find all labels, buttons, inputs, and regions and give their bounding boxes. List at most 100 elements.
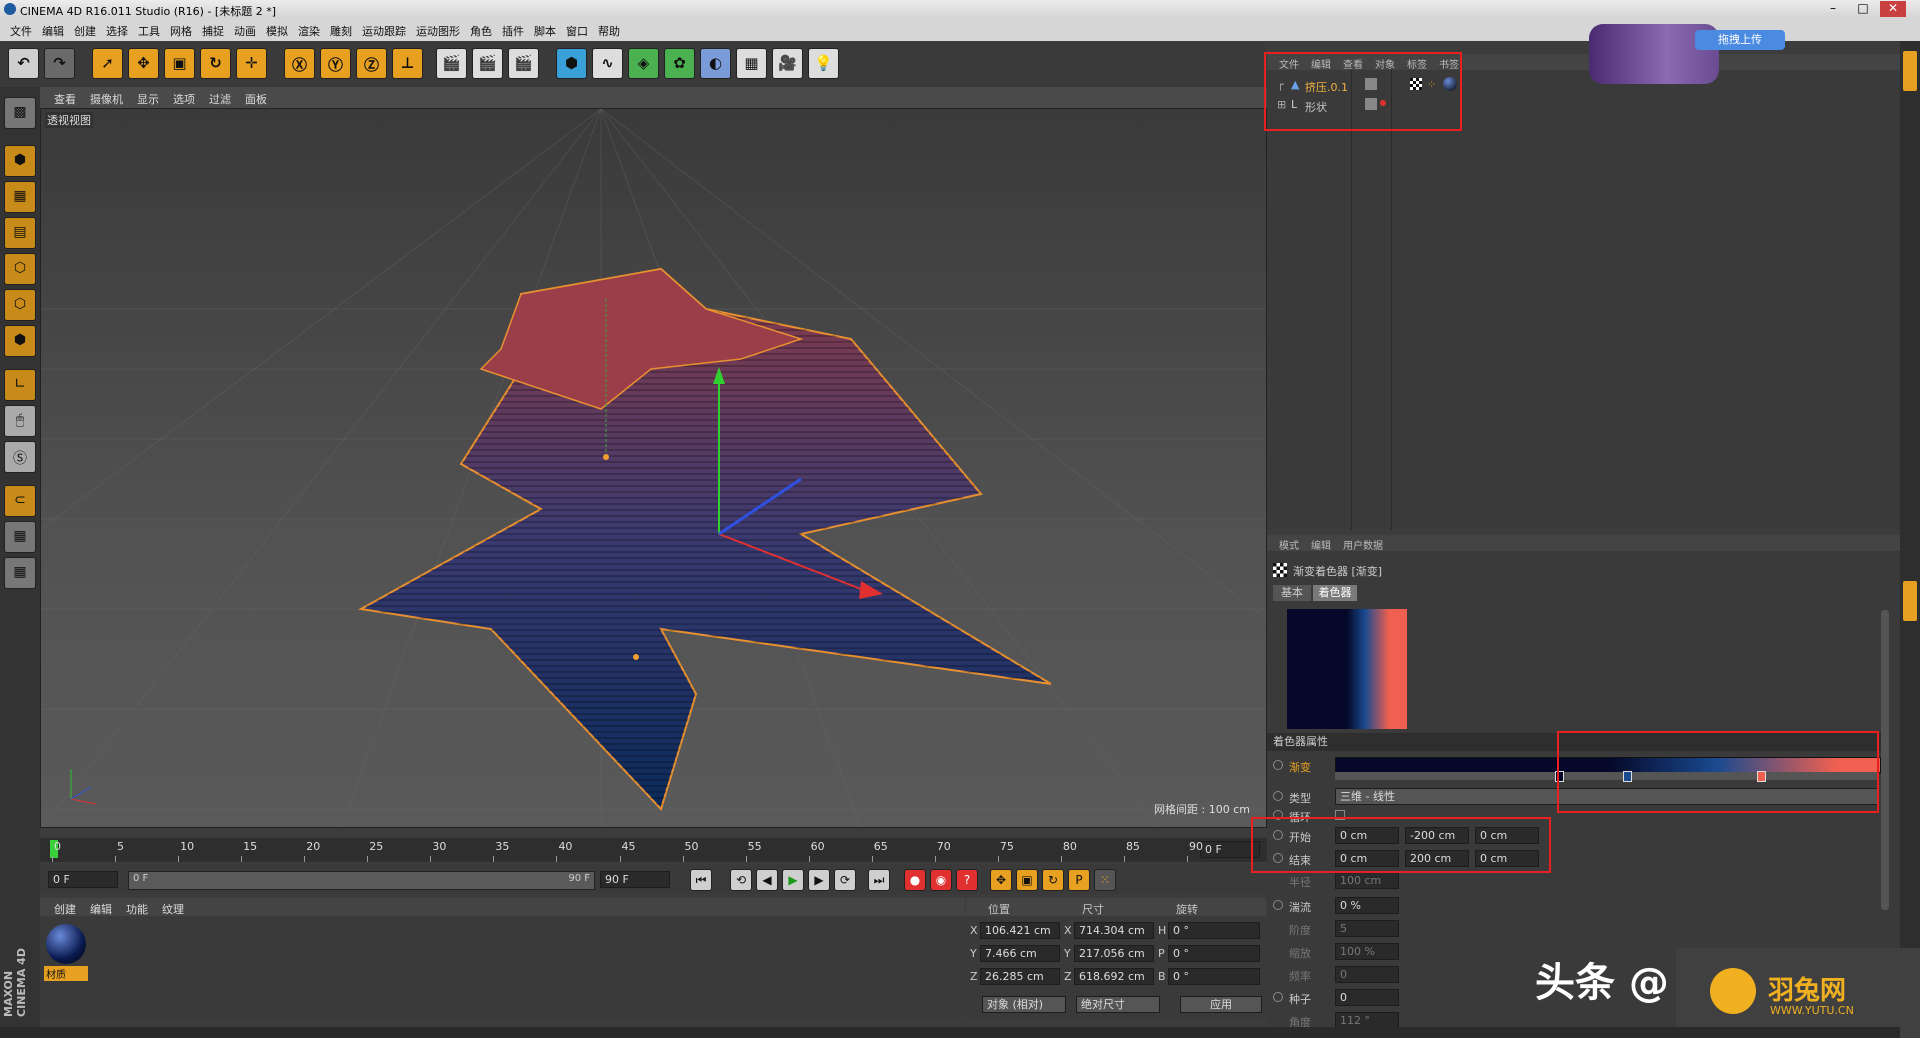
- key-scale-button[interactable]: ▣: [1016, 869, 1038, 891]
- timeline-ruler[interactable]: 0 F 0 5 10 15 20 25 30 35 40 45 50 55 60 65 70 75 80 85 90: [40, 838, 1267, 862]
- workplane-button[interactable]: ▤: [4, 217, 36, 249]
- subdivision-button[interactable]: ◈: [628, 48, 659, 79]
- size-field[interactable]: 217.056 cm: [1074, 945, 1154, 962]
- menu-item[interactable]: 编辑: [42, 19, 64, 39]
- snap-button[interactable]: ⊂: [4, 485, 36, 517]
- rotation-field[interactable]: 0 °: [1168, 945, 1260, 962]
- apply-button[interactable]: 应用: [1180, 996, 1262, 1013]
- size-mode-dropdown[interactable]: 绝对尺寸: [1076, 996, 1160, 1013]
- coord-mode-dropdown[interactable]: 对象 (相对): [982, 996, 1066, 1013]
- start-frame-field[interactable]: 0 F: [48, 871, 118, 888]
- menu-item[interactable]: 工具: [138, 19, 160, 39]
- radius-field[interactable]: 100 cm: [1335, 872, 1399, 889]
- menu-item[interactable]: 选择: [106, 19, 128, 39]
- viewport-menu-item[interactable]: 选项: [173, 91, 195, 107]
- material-menu-item[interactable]: 创建: [54, 901, 76, 917]
- menu-item[interactable]: 脚本: [534, 19, 556, 39]
- deformer-button[interactable]: ◐: [700, 48, 731, 79]
- cube-button[interactable]: ⬢: [556, 48, 587, 79]
- move-tool-button[interactable]: ✥: [128, 48, 159, 79]
- attribute-menu-item[interactable]: 用户数据: [1343, 537, 1383, 552]
- tab-objects-side[interactable]: [1903, 51, 1917, 91]
- position-field[interactable]: 7.466 cm: [980, 945, 1060, 962]
- z-axis-button[interactable]: Ⓩ: [356, 48, 387, 79]
- record-button[interactable]: ●: [904, 869, 926, 891]
- goto-start-button[interactable]: ⏮: [690, 869, 712, 891]
- menu-item[interactable]: 文件: [10, 19, 32, 39]
- menu-item[interactable]: 创建: [74, 19, 96, 39]
- tab-attributes-side[interactable]: [1903, 581, 1917, 621]
- turbulence-field[interactable]: 0 %: [1335, 897, 1399, 914]
- autokey-button[interactable]: ◉: [930, 869, 952, 891]
- minimize-button[interactable]: –: [1820, 1, 1846, 17]
- x-axis-button[interactable]: Ⓧ: [284, 48, 315, 79]
- render-view-button[interactable]: 🎬: [436, 48, 467, 79]
- solo-button[interactable]: Ⓢ: [4, 441, 36, 473]
- axis-button[interactable]: ∟: [4, 369, 36, 401]
- key-position-button[interactable]: ✥: [990, 869, 1012, 891]
- menu-item[interactable]: 渲染: [298, 19, 320, 39]
- viewport-menu-item[interactable]: 显示: [137, 91, 159, 107]
- attribute-menu-item[interactable]: 模式: [1279, 537, 1299, 552]
- prev-frame-button[interactable]: ◀: [756, 869, 778, 891]
- menu-item[interactable]: 运动图形: [416, 19, 460, 39]
- edges-mode-button[interactable]: ⬡: [4, 289, 36, 321]
- menu-item[interactable]: 帮助: [598, 19, 620, 39]
- object-mode-button[interactable]: ⬢: [4, 145, 36, 177]
- transform-tool-button[interactable]: ✛: [236, 48, 267, 79]
- end-frame-field[interactable]: 90 F: [600, 871, 670, 888]
- play-button[interactable]: ▶: [782, 869, 804, 891]
- scale-tool-button[interactable]: ▣: [164, 48, 195, 79]
- menu-item[interactable]: 动画: [234, 19, 256, 39]
- points-mode-button[interactable]: ⬡: [4, 253, 36, 285]
- key-point-button[interactable]: ⁙: [1094, 869, 1116, 891]
- model-mode-button[interactable]: ▩: [4, 97, 36, 129]
- maximize-button[interactable]: □: [1850, 1, 1876, 17]
- seed-field[interactable]: 0: [1335, 989, 1399, 1006]
- menu-item[interactable]: 网格: [170, 19, 192, 39]
- viewport-menu-item[interactable]: 过滤: [209, 91, 231, 107]
- turbulence-radio[interactable]: [1273, 900, 1283, 910]
- material-menu-item[interactable]: 功能: [126, 901, 148, 917]
- attribute-menu-item[interactable]: 编辑: [1311, 537, 1331, 552]
- menu-item[interactable]: 模拟: [266, 19, 288, 39]
- viewport-menu-item[interactable]: 摄像机: [90, 91, 123, 107]
- y-axis-button[interactable]: Ⓨ: [320, 48, 351, 79]
- material-menu-item[interactable]: 编辑: [90, 901, 112, 917]
- extruded-star[interactable]: [357, 267, 1052, 811]
- material-item[interactable]: 材质: [44, 924, 88, 984]
- position-field[interactable]: 26.285 cm: [980, 968, 1060, 985]
- polygons-mode-button[interactable]: ⬢: [4, 325, 36, 357]
- material-menu-item[interactable]: 纹理: [162, 901, 184, 917]
- menu-item[interactable]: 运动跟踪: [362, 19, 406, 39]
- frequency-field[interactable]: 0: [1335, 966, 1399, 983]
- viewport-menu-item[interactable]: 面板: [245, 91, 267, 107]
- scale-field[interactable]: 100 %: [1335, 943, 1399, 960]
- rotate-tool-button[interactable]: ↻: [200, 48, 231, 79]
- size-field[interactable]: 714.304 cm: [1074, 922, 1154, 939]
- perspective-viewport[interactable]: 透视视图 网格间距 : 100 cm: [40, 108, 1267, 828]
- array-button[interactable]: ✿: [664, 48, 695, 79]
- viewport-menu-item[interactable]: 查看: [54, 91, 76, 107]
- texture-mode-button[interactable]: ▦: [4, 181, 36, 213]
- spline-pen-button[interactable]: ∿: [592, 48, 623, 79]
- close-button[interactable]: ✕: [1880, 1, 1906, 17]
- goto-end-button[interactable]: ⏭: [868, 869, 890, 891]
- tab-basic[interactable]: 基本: [1273, 585, 1311, 601]
- keyframe-selection-button[interactable]: ?: [956, 869, 978, 891]
- grid-snap-button[interactable]: ▦: [4, 557, 36, 589]
- range-slider[interactable]: 0 F 90 F: [128, 871, 595, 890]
- redo-button[interactable]: ↷: [44, 48, 75, 79]
- octaves-field[interactable]: 5: [1335, 920, 1399, 937]
- grid-lock-button[interactable]: ▦: [4, 521, 36, 553]
- camera-button[interactable]: 🎥: [772, 48, 803, 79]
- upload-button[interactable]: 拖拽上传: [1695, 30, 1785, 50]
- render-picture-viewer-button[interactable]: 🎬: [472, 48, 503, 79]
- menu-item[interactable]: 插件: [502, 19, 524, 39]
- light-button[interactable]: 💡: [808, 48, 839, 79]
- attribute-scrollbar[interactable]: [1881, 610, 1889, 910]
- size-field[interactable]: 618.692 cm: [1074, 968, 1154, 985]
- key-parameter-button[interactable]: P: [1068, 869, 1090, 891]
- menu-item[interactable]: 捕捉: [202, 19, 224, 39]
- undo-button[interactable]: ↶: [8, 48, 39, 79]
